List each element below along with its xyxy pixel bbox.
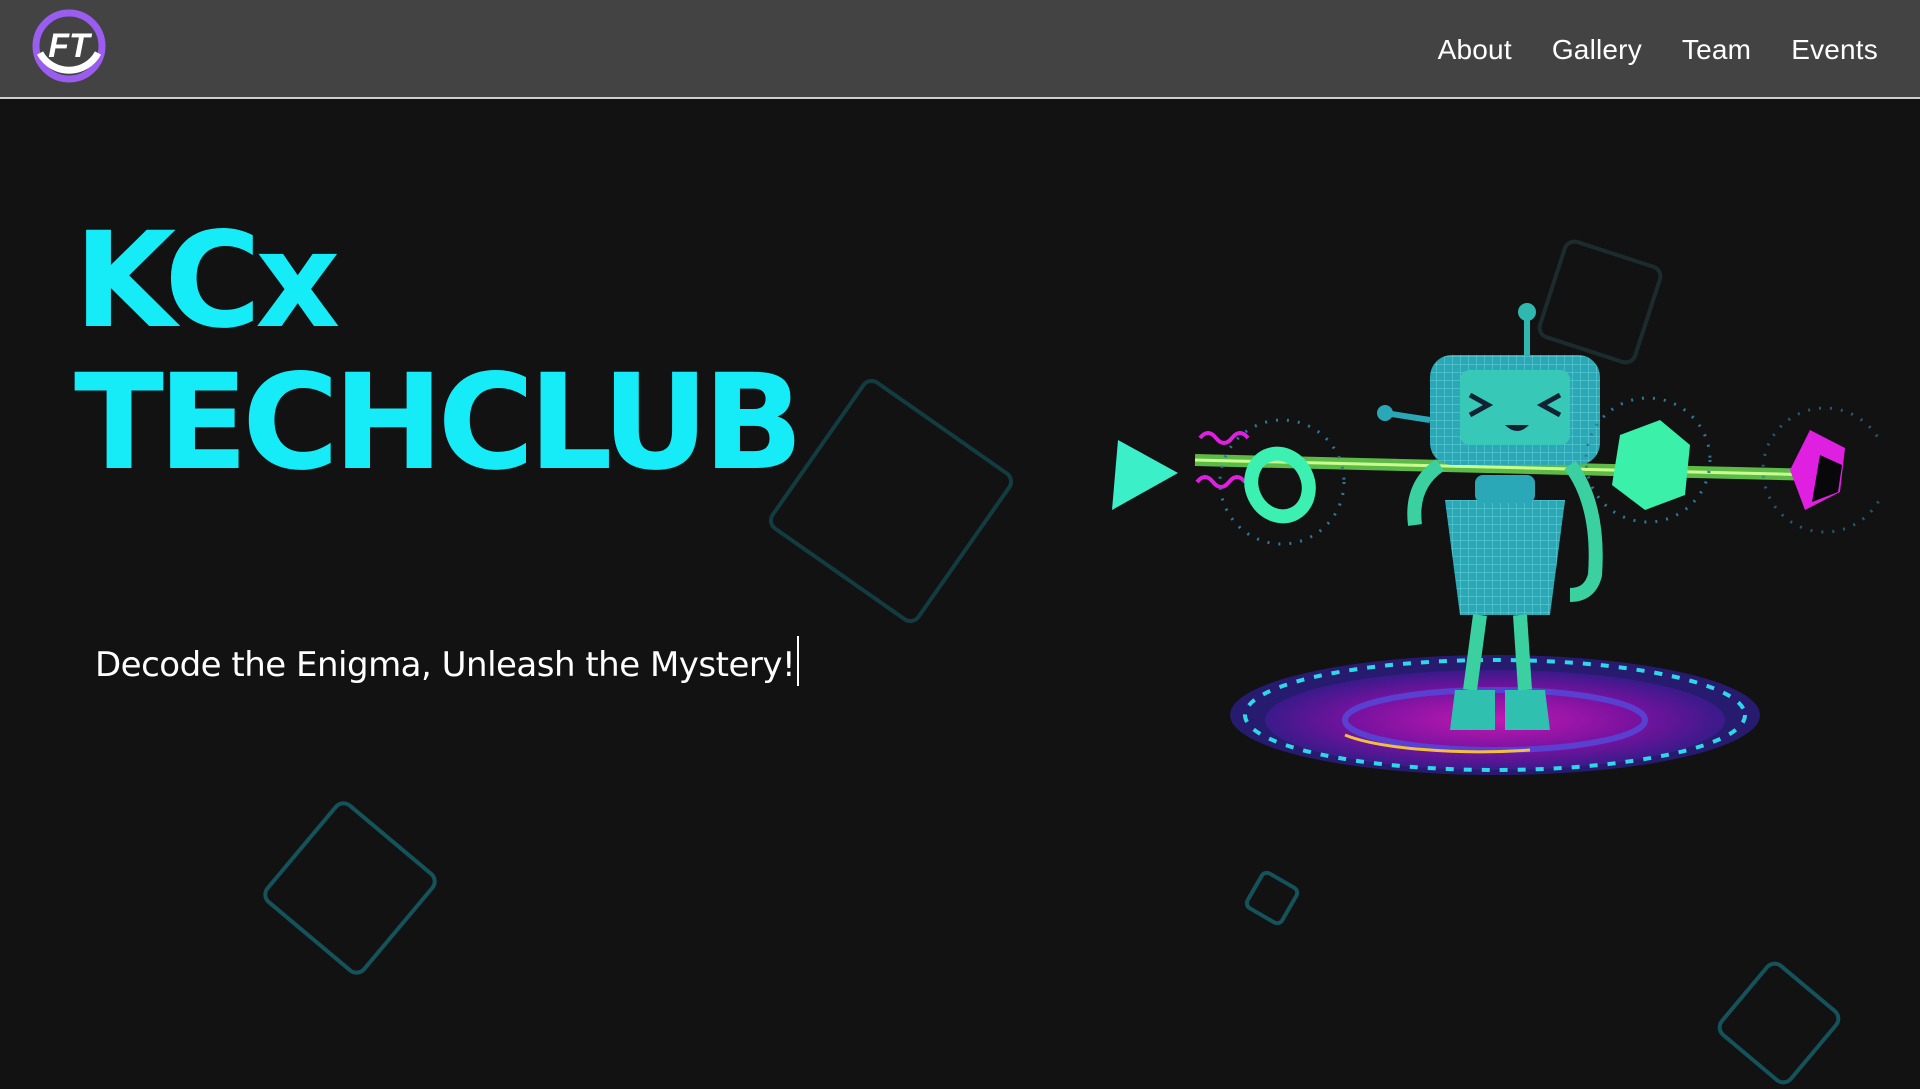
robot-scene-illustration	[1112, 303, 1880, 775]
nav-team-link[interactable]: Team	[1682, 34, 1751, 66]
decorative-square	[1712, 956, 1846, 1089]
nav-gallery-link[interactable]: Gallery	[1552, 34, 1642, 66]
hero-title-line-1: KCx	[74, 204, 340, 358]
mint-polyhedron-shape	[1612, 420, 1690, 510]
decorative-square	[764, 374, 1018, 628]
nav-events-link[interactable]: Events	[1791, 34, 1878, 66]
decorative-square	[1241, 867, 1303, 929]
nav-about-link[interactable]: About	[1438, 34, 1512, 66]
hero-title-line-2: TECHCLUB	[74, 346, 804, 500]
hero-title: KCx TECHCLUB	[74, 204, 804, 500]
hero-tagline: Decode the Enigma, Unleash the Mystery!	[95, 636, 800, 686]
ft-logo[interactable]: FT	[32, 9, 106, 83]
decorative-square	[258, 796, 442, 980]
tagline-text: Decode the Enigma, Unleash the Mystery!	[95, 645, 796, 685]
ft-logo-text: FT	[48, 27, 93, 65]
cyan-triangle-shape	[1112, 440, 1178, 510]
navbar: FT About Gallery Team Events	[0, 0, 1920, 99]
main-nav: About Gallery Team Events	[1438, 0, 1878, 99]
typing-caret	[797, 636, 800, 686]
